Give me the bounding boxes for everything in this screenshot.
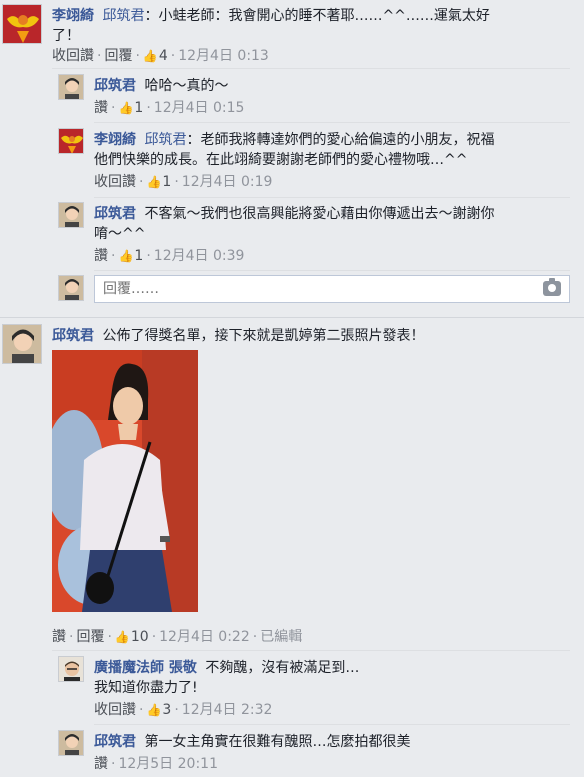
person-avatar-icon <box>3 325 41 363</box>
divider <box>94 197 570 198</box>
edited-label[interactable]: 已編輯 <box>260 629 302 645</box>
mention-tag[interactable]: 邱筑君 <box>144 132 186 148</box>
timestamp[interactable]: 12月4日 0:19 <box>182 174 273 190</box>
reply-author[interactable]: 邱筑君 <box>94 206 136 222</box>
thumbs-up-icon: 👍 <box>114 630 130 644</box>
avatar[interactable] <box>58 202 84 228</box>
reply-text-line1: 不夠醜，沒有被滿足到… <box>205 660 360 676</box>
unlike-link[interactable]: 收回讚 <box>94 174 136 190</box>
reply-meta: 讚 · 👍1 · 12月4日 0:39 <box>94 248 245 264</box>
thumbs-up-icon: 👍 <box>146 175 162 189</box>
divider <box>94 724 570 725</box>
person-avatar-icon <box>59 276 83 300</box>
reply-text-line2: 唷～^^ <box>94 226 146 242</box>
attached-photo[interactable] <box>52 350 198 612</box>
reply-author[interactable]: 李翊綺 <box>94 132 136 148</box>
person-avatar-icon <box>59 203 83 227</box>
like-count[interactable]: 1 <box>162 174 171 190</box>
reply-text-line1: 不客氣～我們也很高興能將愛心藉由你傳遞出去～謝謝你 <box>144 206 495 222</box>
current-user-avatar <box>58 275 84 301</box>
person-avatar-icon <box>59 731 83 755</box>
reply-meta: 收回讚 · 👍1 · 12月4日 0:19 <box>94 174 273 190</box>
reply-author[interactable]: 邱筑君 <box>94 78 136 94</box>
comment-text-line2: 了！ <box>52 28 80 44</box>
angel-avatar-icon <box>3 5 41 43</box>
timestamp[interactable]: 12月4日 2:32 <box>182 702 273 718</box>
reply-item: 邱筑君 不客氣～我們也很高興能將愛心藉由你傳遞出去～謝謝你 唷～^^ 讚 · 👍1 ·… <box>58 202 578 268</box>
like-link[interactable]: 讚 <box>94 756 108 772</box>
reply-item: 廣播魔法師 張敬 不夠醜，沒有被滿足到… 我知道你盡力了! 收回讚 · 👍3 · 12月… <box>58 656 578 722</box>
divider <box>94 122 570 123</box>
like-count[interactable]: 1 <box>134 100 143 116</box>
avatar[interactable] <box>58 74 84 100</box>
like-count[interactable]: 10 <box>131 629 149 645</box>
reply-text-line1: ：老師我將轉達妳們的愛心給偏遠的小朋友，祝福 <box>186 132 495 148</box>
avatar[interactable] <box>58 656 84 682</box>
unlike-link[interactable]: 收回讚 <box>94 702 136 718</box>
reply-item: 李翊綺 邱筑君：老師我將轉達妳們的愛心給偏遠的小朋友，祝福 他們快樂的成長。在此… <box>58 128 578 194</box>
reply-meta: 讚 · 12月5日 20:11 <box>94 756 218 772</box>
reply-text: 哈哈～真的～ <box>144 78 229 94</box>
comment-meta: 收回讚 · 回覆 · 👍4 · 12月4日 0:13 <box>52 48 269 64</box>
comment-text-line1: ：小蛙老師：我會開心的睡不著耶……^^……運氣太好 <box>144 8 490 24</box>
comment-author[interactable]: 李翊綺 <box>52 8 94 24</box>
reply-meta: 收回讚 · 👍3 · 12月4日 2:32 <box>94 702 273 718</box>
avatar-angel[interactable] <box>2 4 42 44</box>
divider <box>52 68 570 69</box>
person-avatar-icon <box>59 657 83 681</box>
reply-text: 第一女主角實在很難有醜照…怎麼拍都很美 <box>144 734 411 750</box>
comment-li-yiqi: 李翊綺 邱筑君：小蛙老師：我會開心的睡不著耶……^^……運氣太好 了！ 收回讚 ·… <box>2 4 582 66</box>
angel-avatar-icon <box>59 129 83 153</box>
post-meta: 讚 · 回覆 · 👍10 · 12月4日 0:22 · 已編輯 <box>52 629 303 645</box>
reply-link[interactable]: 回覆 <box>76 629 104 645</box>
photo-image <box>52 350 198 612</box>
avatar[interactable] <box>58 730 84 756</box>
reply-text-line2: 他們快樂的成長。在此翊綺要謝謝老師們的愛心禮物哦…^^ <box>94 152 468 168</box>
like-count[interactable]: 4 <box>159 48 168 64</box>
reply-text-line2: 我知道你盡力了! <box>94 680 198 696</box>
like-count[interactable]: 3 <box>162 702 171 718</box>
like-link[interactable]: 讚 <box>52 629 66 645</box>
thumbs-up-icon: 👍 <box>118 249 134 263</box>
section-divider <box>0 317 584 318</box>
thumbs-up-icon: 👍 <box>142 49 158 63</box>
comment-text: 公佈了得獎名單，接下來就是凱婷第二張照片發表！ <box>102 328 425 344</box>
reply-box <box>94 275 570 303</box>
reply-input[interactable] <box>95 276 515 302</box>
timestamp[interactable]: 12月4日 0:13 <box>178 48 269 64</box>
reply-item: 邱筑君 哈哈～真的～ 讚 · 👍1 · 12月4日 0:15 <box>58 74 578 120</box>
reply-meta: 讚 · 👍1 · 12月4日 0:15 <box>94 100 245 116</box>
like-link[interactable]: 讚 <box>94 248 108 264</box>
camera-icon[interactable] <box>543 278 561 296</box>
like-link[interactable]: 讚 <box>94 100 108 116</box>
divider <box>52 650 570 651</box>
avatar[interactable] <box>2 324 42 364</box>
reply-link[interactable]: 回覆 <box>104 48 132 64</box>
timestamp[interactable]: 12月4日 0:22 <box>159 629 250 645</box>
timestamp[interactable]: 12月4日 0:15 <box>154 100 245 116</box>
reply-item: 邱筑君 第一女主角實在很難有醜照…怎麼拍都很美 讚 · 12月5日 20:11 <box>58 730 578 776</box>
timestamp[interactable]: 12月4日 0:39 <box>154 248 245 264</box>
timestamp[interactable]: 12月5日 20:11 <box>118 756 218 772</box>
unlike-link[interactable]: 收回讚 <box>52 48 94 64</box>
avatar-angel[interactable] <box>58 128 84 154</box>
person-avatar-icon <box>59 75 83 99</box>
mention-tag[interactable]: 邱筑君 <box>102 8 144 24</box>
reply-author[interactable]: 廣播魔法師 張敬 <box>94 660 197 676</box>
divider <box>94 270 570 271</box>
thumbs-up-icon: 👍 <box>118 101 134 115</box>
like-count[interactable]: 1 <box>134 248 143 264</box>
thumbs-up-icon: 👍 <box>146 703 162 717</box>
comment-author[interactable]: 邱筑君 <box>52 328 94 344</box>
reply-author[interactable]: 邱筑君 <box>94 734 136 750</box>
